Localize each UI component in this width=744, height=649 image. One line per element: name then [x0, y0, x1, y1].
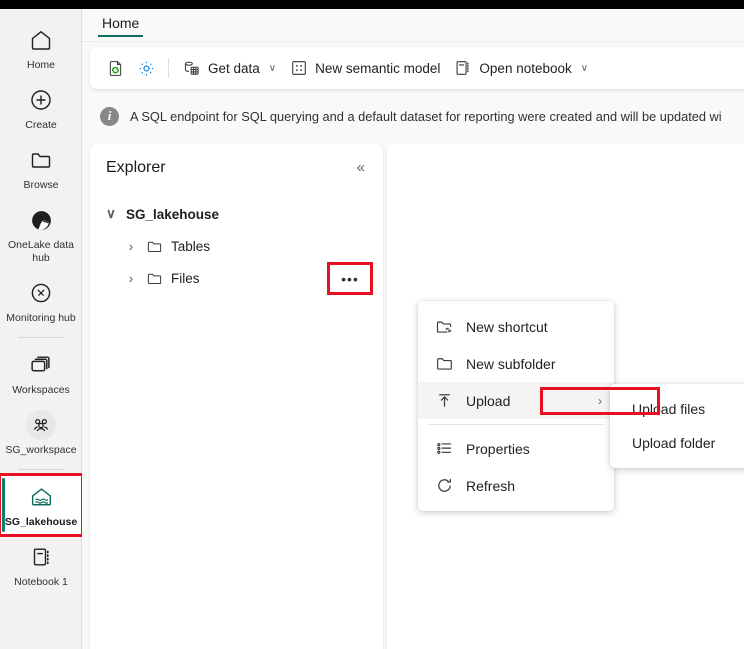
ribbon-tabbar: Home: [82, 9, 744, 42]
gear-icon: [137, 59, 156, 78]
chevron-down-icon[interactable]: ∨: [103, 206, 119, 222]
properties-list-icon: [434, 439, 454, 458]
sidebar-item-browse[interactable]: Browse: [0, 138, 82, 198]
menu-item-upload-folder[interactable]: Upload folder: [610, 426, 744, 460]
menu-item-label: Upload folder: [632, 435, 716, 451]
menu-item-new-subfolder[interactable]: New subfolder: [418, 345, 614, 382]
sidebar-item-workspaces[interactable]: Workspaces: [0, 343, 82, 403]
ribbon-toolbar: Get data ∨ New semantic model Open noteb…: [90, 47, 744, 89]
files-more-options-button[interactable]: •••: [327, 262, 373, 295]
explorer-header: Explorer «: [90, 144, 383, 182]
menu-item-refresh[interactable]: Refresh: [418, 467, 614, 504]
people-group-icon: [26, 410, 56, 440]
menu-item-new-shortcut[interactable]: New shortcut: [418, 308, 614, 345]
settings-button[interactable]: [131, 53, 162, 83]
page-title: Explorer: [106, 158, 166, 176]
chevron-down-icon: ∨: [268, 62, 277, 74]
semantic-model-icon: [290, 59, 308, 77]
monitoring-icon: [26, 278, 56, 308]
tree-node-label: Tables: [171, 238, 211, 254]
sidebar-item-notebook-1[interactable]: Notebook 1: [0, 535, 82, 595]
get-data-label: Get data: [208, 60, 260, 76]
menu-item-label: Upload: [466, 392, 511, 409]
upload-arrow-icon: [434, 391, 454, 410]
menu-item-upload-files[interactable]: Upload files: [610, 392, 744, 426]
new-semantic-model-label: New semantic model: [315, 60, 441, 76]
upload-submenu: Upload files Upload folder: [610, 384, 744, 468]
chevron-right-icon[interactable]: ›: [123, 238, 139, 254]
sidebar-item-create[interactable]: Create: [0, 78, 82, 138]
info-banner-text: A SQL endpoint for SQL querying and a de…: [130, 108, 722, 124]
workspaces-icon: [26, 350, 56, 380]
folder-icon: [146, 238, 163, 255]
sidebar-item-label: SG_lakehouse: [4, 516, 78, 528]
tree-node-label: SG_lakehouse: [126, 206, 220, 222]
sidebar-item-sg-workspace[interactable]: SG_workspace: [0, 403, 82, 463]
folder-icon: [26, 145, 56, 175]
menu-item-label: New shortcut: [466, 318, 548, 335]
folder-icon: [434, 354, 454, 373]
folder-icon: [146, 270, 163, 287]
info-banner: i A SQL endpoint for SQL querying and a …: [82, 97, 744, 135]
explorer-tree: ∨ SG_lakehouse › Tables › Files •••: [90, 182, 383, 295]
shortcut-folder-icon: [434, 317, 454, 336]
chevron-right-icon[interactable]: ›: [123, 270, 139, 286]
menu-item-upload[interactable]: Upload ›: [418, 382, 614, 419]
toolbar-divider: [168, 58, 169, 78]
sidebar-item-label: Create: [25, 119, 57, 131]
tree-node-sg-lakehouse[interactable]: ∨ SG_lakehouse: [90, 198, 383, 230]
home-icon: [26, 25, 56, 55]
sidebar-item-label: SG_workspace: [5, 444, 77, 456]
lakehouse-icon: [26, 482, 56, 512]
files-context-menu: New shortcut New subfolder Upload › Prop…: [418, 301, 614, 511]
info-icon: i: [100, 106, 119, 126]
left-nav-rail: Home Create Browse OneLake data hub Moni…: [0, 9, 84, 649]
refresh-icon: [434, 476, 454, 495]
onelake-icon: [26, 205, 56, 235]
notebook-icon: [26, 542, 56, 572]
sidebar-item-label: OneLake data hub: [8, 239, 74, 264]
sidebar-item-monitoring-hub[interactable]: Monitoring hub: [0, 271, 82, 331]
menu-item-label: Properties: [466, 440, 530, 457]
chevron-double-left-icon[interactable]: «: [353, 157, 369, 178]
menu-item-properties[interactable]: Properties: [418, 430, 614, 467]
refresh-button[interactable]: [100, 53, 131, 83]
explorer-panel: Explorer « ∨ SG_lakehouse › Tables › Fil…: [90, 144, 383, 649]
sidebar-item-home[interactable]: Home: [0, 18, 82, 78]
sidebar-item-sg-lakehouse[interactable]: SG_lakehouse: [0, 473, 84, 537]
menu-item-label: Refresh: [466, 477, 516, 494]
sidebar-item-label: Workspaces: [12, 384, 70, 396]
sidebar-item-label: Monitoring hub: [6, 312, 76, 324]
tree-node-files[interactable]: › Files •••: [90, 262, 383, 295]
rail-divider: [17, 469, 64, 470]
chevron-right-icon: ›: [598, 393, 602, 408]
refresh-page-icon: [106, 59, 125, 78]
plus-circle-icon: [26, 85, 56, 115]
notebook-icon: [454, 59, 472, 77]
sidebar-item-label: Browse: [23, 179, 59, 191]
menu-item-label: Upload files: [632, 401, 706, 417]
rail-divider: [17, 337, 64, 338]
sidebar-item-label: Home: [26, 59, 55, 71]
app-root: Home Create Browse OneLake data hub Moni…: [0, 0, 744, 649]
tab-home[interactable]: Home: [98, 15, 144, 37]
new-semantic-model-button[interactable]: New semantic model: [283, 53, 447, 83]
sidebar-item-label: Notebook 1: [14, 576, 68, 588]
sidebar-item-onelake-data-hub[interactable]: OneLake data hub: [0, 198, 82, 271]
tree-node-tables[interactable]: › Tables: [90, 230, 383, 262]
main-area: Home Get data ∨ New semantic model Open …: [82, 9, 744, 649]
chevron-down-icon: ∨: [580, 62, 589, 74]
tree-node-label: Files: [171, 270, 200, 286]
top-black-strip: [0, 0, 744, 9]
open-notebook-label: Open notebook: [479, 60, 572, 76]
menu-item-label: New subfolder: [466, 355, 556, 372]
database-table-icon: [182, 59, 201, 78]
open-notebook-button[interactable]: Open notebook ∨: [447, 53, 595, 83]
get-data-button[interactable]: Get data ∨: [175, 53, 283, 83]
menu-divider: [428, 424, 604, 425]
